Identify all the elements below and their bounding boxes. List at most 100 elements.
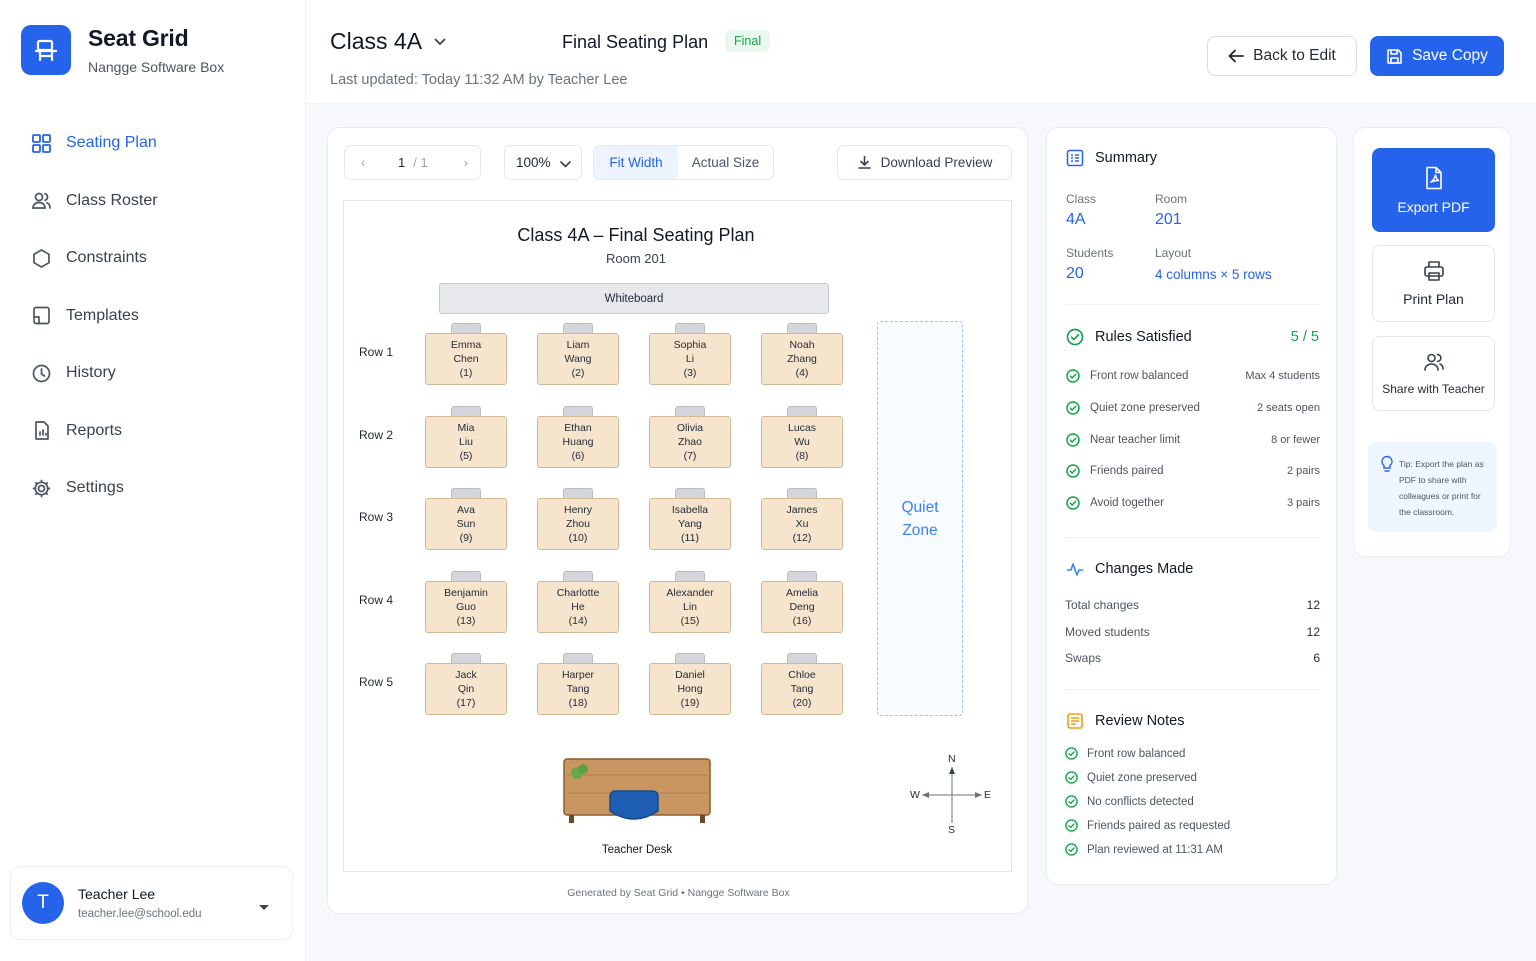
student-first-name: Jack xyxy=(455,669,477,681)
seat[interactable]: Harper Tang (18) xyxy=(537,653,619,717)
seat[interactable]: Benjamin Guo (13) xyxy=(425,571,507,635)
seat[interactable]: Ava Sun (9) xyxy=(425,488,507,552)
save-icon xyxy=(1387,48,1402,64)
divider xyxy=(1065,537,1320,538)
divider xyxy=(1065,689,1320,690)
class-value: 4A xyxy=(1066,211,1086,228)
student-last-name: Liu xyxy=(458,436,473,448)
student-first-name: Ethan xyxy=(564,422,592,434)
seat[interactable]: James Xu (12) xyxy=(761,488,843,552)
seat[interactable]: Emma Chen (1) xyxy=(425,323,507,387)
fit-width-button[interactable]: Fit Width xyxy=(594,146,679,179)
student-desk: Henry Zhou (10) xyxy=(537,498,619,550)
zoom-select[interactable]: 100% xyxy=(504,145,582,180)
back-to-edit-button[interactable]: Back to Edit xyxy=(1207,36,1357,76)
class-label: Class xyxy=(1066,192,1097,206)
seat-number: (14) xyxy=(568,615,588,627)
student-desk: James Xu (12) xyxy=(761,498,843,550)
sidebar-item-templates[interactable]: Templates xyxy=(20,294,286,338)
seat-number: (3) xyxy=(683,367,697,379)
student-last-name: Huang xyxy=(562,436,594,448)
compass-s: S xyxy=(948,824,956,836)
actual-size-button[interactable]: Actual Size xyxy=(678,146,773,179)
avatar: T xyxy=(22,882,64,924)
print-plan-button[interactable]: Print Plan xyxy=(1372,245,1495,322)
change-label: Total changes xyxy=(1065,598,1140,612)
seat[interactable]: Noah Zhang (4) xyxy=(761,323,843,387)
sidebar-item-class-roster[interactable]: Class Roster xyxy=(20,179,286,223)
sidebar-item-settings[interactable]: Settings xyxy=(20,466,286,510)
seat[interactable]: Amelia Deng (16) xyxy=(761,571,843,635)
compass-n: N xyxy=(948,753,956,765)
seat[interactable]: Henry Zhou (10) xyxy=(537,488,619,552)
sidebar-item-label: History xyxy=(66,364,116,381)
share-users-icon xyxy=(1423,353,1444,371)
seat-number: (16) xyxy=(792,615,812,627)
review-note-label: No conflicts detected xyxy=(1087,795,1194,808)
student-first-name: Lucas xyxy=(787,422,817,434)
seat[interactable]: Olivia Zhao (7) xyxy=(649,406,731,470)
student-desk: Ethan Huang (6) xyxy=(537,416,619,468)
download-preview-button[interactable]: Download Preview xyxy=(837,145,1012,180)
rule-value: 2 seats open xyxy=(1257,401,1320,414)
app-subtitle: Nangge Software Box xyxy=(88,59,225,75)
rule-label: Front row balanced xyxy=(1090,370,1189,382)
seat[interactable]: Mia Liu (5) xyxy=(425,406,507,470)
seat[interactable]: Ethan Huang (6) xyxy=(537,406,619,470)
student-desk: Amelia Deng (16) xyxy=(761,581,843,633)
student-last-name: Zhao xyxy=(678,436,702,448)
seat[interactable]: Liam Wang (2) xyxy=(537,323,619,387)
summary-icon xyxy=(1066,149,1084,167)
student-last-name: Zhang xyxy=(787,353,817,365)
quiet-zone: Quiet Zone xyxy=(877,321,963,716)
seat[interactable]: Alexander Lin (15) xyxy=(649,571,731,635)
student-first-name: Liam xyxy=(566,339,590,351)
student-desk: Harper Tang (18) xyxy=(537,663,619,715)
seat[interactable]: Sophia Li (3) xyxy=(649,323,731,387)
chevron-down-icon xyxy=(560,156,571,171)
seat-number: (8) xyxy=(795,450,809,462)
download-preview-label: Download Preview xyxy=(880,155,993,170)
change-item: Swaps 6 xyxy=(1065,651,1320,665)
sidebar-item-reports[interactable]: Reports xyxy=(20,409,286,453)
chevron-left-icon[interactable]: ‹ xyxy=(345,155,381,170)
compass: N S W E xyxy=(910,753,992,836)
class-title: Class 4A xyxy=(330,28,423,54)
room-value: 201 xyxy=(1155,211,1182,228)
seat[interactable]: Lucas Wu (8) xyxy=(761,406,843,470)
sidebar-item-seating-plan[interactable]: Seating Plan xyxy=(20,121,286,165)
caret-down-icon[interactable] xyxy=(258,899,270,917)
chevron-right-icon[interactable]: › xyxy=(464,155,468,170)
user-profile-card[interactable]: T Teacher Lee teacher.lee@school.edu xyxy=(10,866,293,940)
change-value: 12 xyxy=(1306,624,1320,639)
students-value: 20 xyxy=(1066,265,1084,282)
review-note-label: Friends paired as requested xyxy=(1087,819,1231,832)
review-note-label: Front row balanced xyxy=(1087,747,1186,760)
seat[interactable]: Isabella Yang (11) xyxy=(649,488,731,552)
pdf-file-icon xyxy=(1425,166,1442,189)
seat[interactable]: Chloe Tang (20) xyxy=(761,653,843,717)
seat-number: (17) xyxy=(456,697,476,709)
changes-header: Changes Made xyxy=(1066,560,1193,578)
share-with-teacher-button[interactable]: Share with Teacher xyxy=(1372,336,1495,411)
rule-label: Friends paired xyxy=(1090,465,1164,478)
room-label: Room xyxy=(1155,192,1188,206)
status-badge: Final xyxy=(725,30,771,52)
class-selector[interactable]: Class 4A xyxy=(330,28,446,55)
back-to-edit-label: Back to Edit xyxy=(1253,47,1336,64)
sidebar-item-constraints[interactable]: Constraints xyxy=(20,236,286,280)
check-circle-icon xyxy=(1065,819,1078,832)
seat[interactable]: Jack Qin (17) xyxy=(425,653,507,717)
seat[interactable]: Daniel Hong (19) xyxy=(649,653,731,717)
sidebar-item-history[interactable]: History xyxy=(20,351,286,395)
seat[interactable]: Charlotte He (14) xyxy=(537,571,619,635)
teacher-desk xyxy=(563,757,711,829)
sidebar-item-label: Constraints xyxy=(66,249,147,266)
save-copy-button[interactable]: Save Copy xyxy=(1370,36,1504,76)
rule-label: Near teacher limit xyxy=(1090,433,1181,446)
check-circle-icon xyxy=(1066,401,1080,415)
page-current[interactable]: 1 xyxy=(398,155,405,170)
export-pdf-button[interactable]: Export PDF xyxy=(1372,148,1495,232)
gear-icon xyxy=(30,477,52,499)
change-label: Swaps xyxy=(1065,651,1102,665)
